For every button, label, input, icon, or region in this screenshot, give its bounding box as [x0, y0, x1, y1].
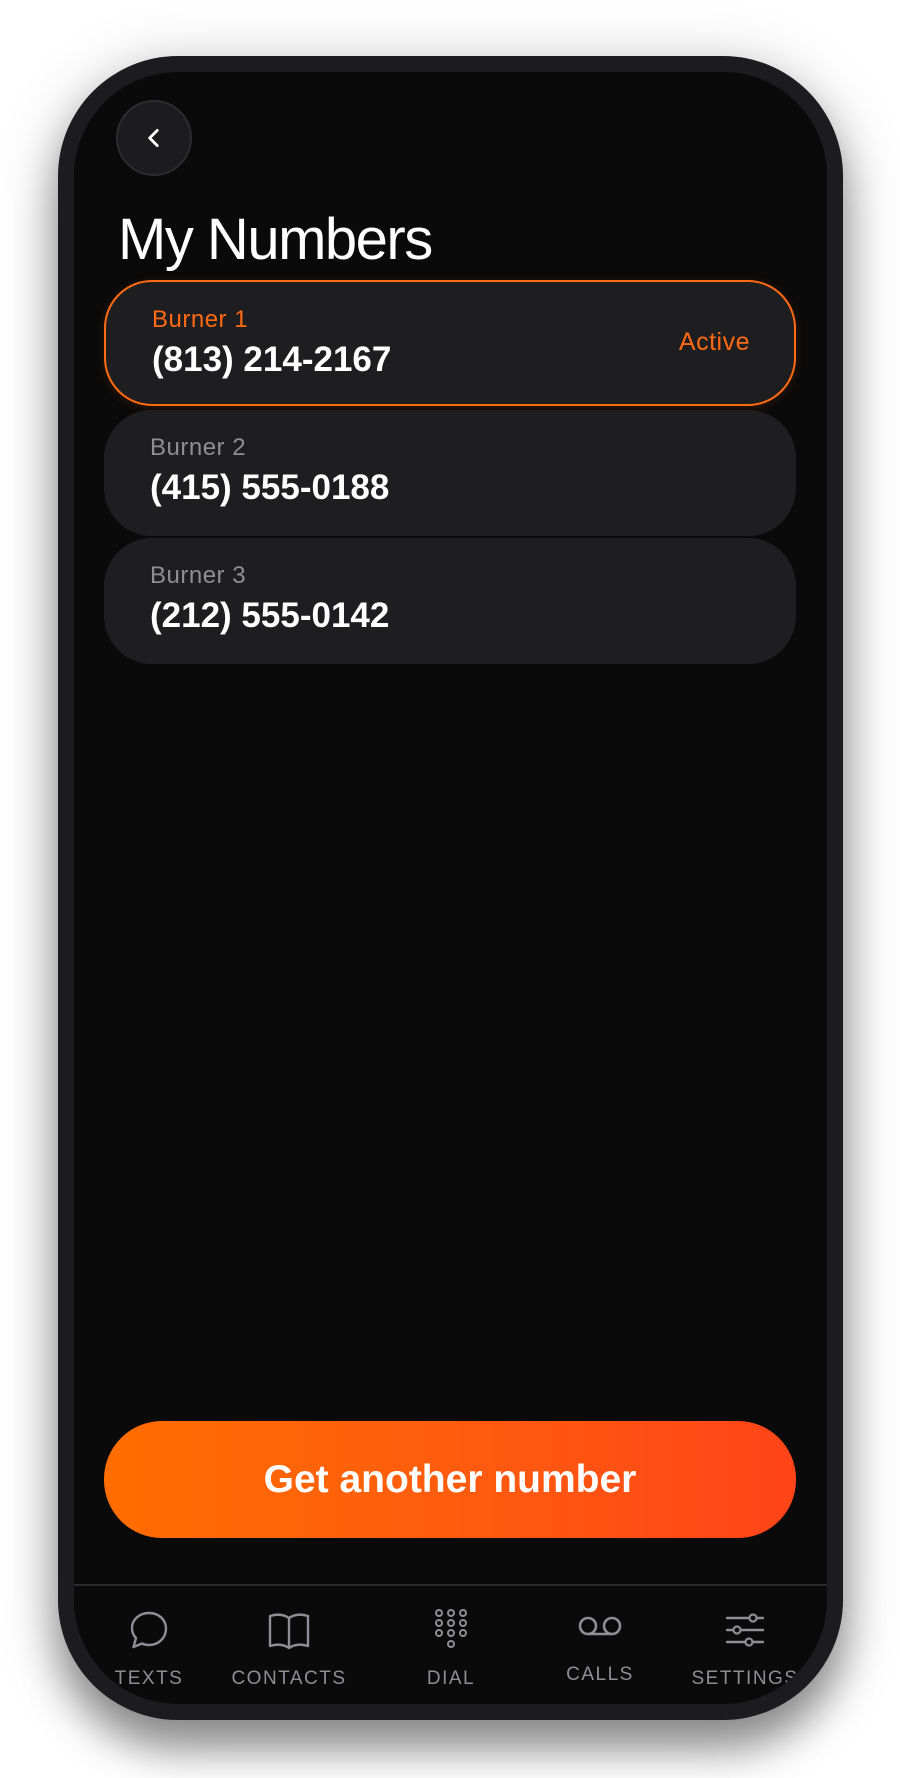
tab-settings[interactable]: SETTINGS	[670, 1586, 820, 1704]
back-button[interactable]	[116, 100, 192, 176]
tab-contacts[interactable]: CONTACTS	[214, 1586, 364, 1704]
tab-label: DIAL	[426, 1668, 476, 1689]
sliders-icon	[720, 1608, 770, 1652]
number-card-burner-1[interactable]: Burner 1 (813) 214-2167 Active	[104, 280, 796, 406]
tab-label: TEXTS	[114, 1668, 184, 1689]
book-icon	[264, 1608, 314, 1652]
tab-calls[interactable]: CALLS	[525, 1586, 675, 1704]
app-screen: My Numbers Burner 1 (813) 214-2167 Activ…	[74, 72, 827, 1704]
chevron-left-icon	[148, 129, 159, 147]
chat-bubble-icon	[124, 1608, 174, 1652]
number-label: Burner 1	[152, 306, 249, 333]
phone-number: (813) 214-2167	[152, 340, 392, 379]
page-title: My Numbers	[118, 207, 433, 272]
phone-number: (415) 555-0188	[150, 468, 390, 507]
tab-label: CONTACTS	[231, 1668, 347, 1689]
number-card-burner-3[interactable]: Burner 3 (212) 555-0142	[104, 538, 796, 664]
tab-label: SETTINGS	[691, 1668, 799, 1689]
tab-label: CALLS	[566, 1664, 634, 1685]
phone-frame: My Numbers Burner 1 (813) 214-2167 Activ…	[58, 56, 843, 1720]
dialpad-icon	[426, 1608, 476, 1652]
tab-texts[interactable]: TEXTS	[74, 1586, 224, 1704]
number-label: Burner 3	[150, 562, 247, 589]
active-status-badge: Active	[678, 328, 750, 356]
tab-dial[interactable]: DIAL	[376, 1586, 526, 1704]
voicemail-icon	[575, 1604, 625, 1648]
number-label: Burner 2	[150, 434, 247, 461]
get-another-number-button[interactable]: Get another number	[104, 1421, 796, 1538]
tab-bar: TEXTS CONTACTS DIAL CALLS SETTINGS	[74, 1586, 827, 1704]
number-card-burner-2[interactable]: Burner 2 (415) 555-0188	[104, 410, 796, 536]
phone-number: (212) 555-0142	[150, 596, 390, 635]
